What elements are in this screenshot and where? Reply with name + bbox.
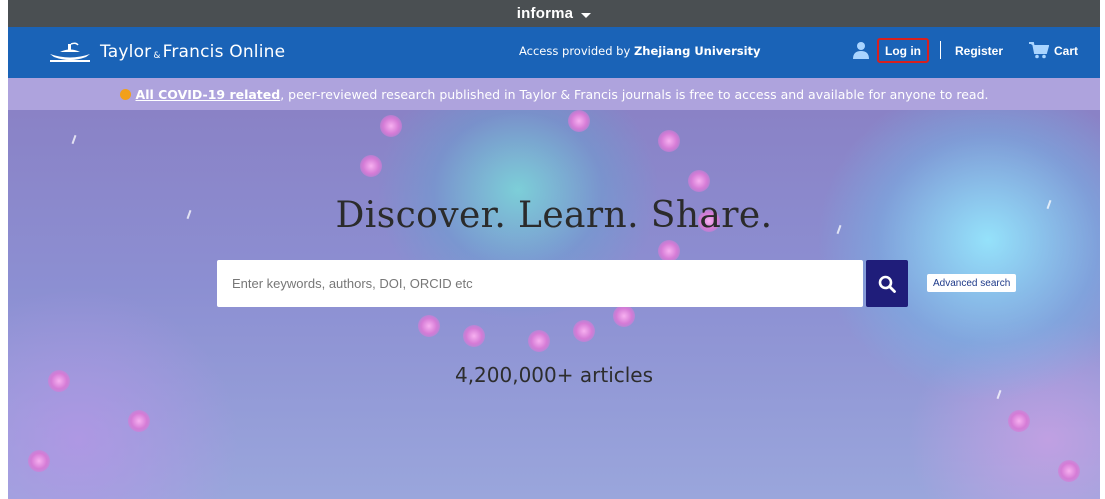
virus-decoration bbox=[658, 130, 680, 152]
virus-decoration bbox=[380, 115, 402, 137]
page: informa Taylor & Francis Online Access pro… bbox=[8, 0, 1100, 499]
access-notice: Access provided by Zhejiang University bbox=[519, 44, 761, 58]
search-button[interactable] bbox=[866, 260, 908, 307]
virus-decoration bbox=[128, 410, 150, 432]
particle-decoration bbox=[71, 134, 77, 145]
nav-divider bbox=[940, 41, 941, 59]
informa-brand[interactable]: informa bbox=[517, 5, 573, 22]
virus-decoration bbox=[613, 305, 635, 327]
search-icon bbox=[878, 275, 896, 293]
login-button[interactable]: Log in bbox=[877, 38, 929, 63]
search-input[interactable] bbox=[230, 275, 850, 292]
register-link[interactable]: Register bbox=[955, 44, 1003, 58]
particle-decoration bbox=[996, 389, 1002, 400]
virus-decoration bbox=[28, 450, 50, 472]
hero-section: Discover. Learn. Share. Advanced search … bbox=[8, 110, 1100, 499]
cart-icon[interactable] bbox=[1029, 42, 1049, 59]
access-prefix: Access provided by bbox=[519, 44, 634, 58]
top-navigation: Taylor & Francis Online Access provided by… bbox=[8, 27, 1100, 78]
info-icon bbox=[119, 88, 131, 100]
virus-decoration bbox=[688, 170, 710, 192]
covid-banner: All COVID-19 related , peer-reviewed res… bbox=[8, 78, 1100, 110]
covid-message: , peer-reviewed research published in Ta… bbox=[280, 86, 989, 102]
article-count: 4,200,000+ articles bbox=[454, 363, 654, 387]
logo-text: Taylor & Francis Online bbox=[100, 42, 285, 62]
cart-link[interactable]: Cart bbox=[1054, 44, 1078, 58]
site-logo[interactable]: Taylor & Francis Online bbox=[46, 41, 285, 63]
virus-decoration bbox=[418, 315, 440, 337]
logo-word-francis-online: Francis Online bbox=[162, 42, 286, 62]
informa-bar[interactable]: informa bbox=[8, 0, 1100, 27]
advanced-search-link[interactable]: Advanced search bbox=[927, 274, 1017, 292]
hero-headline: Discover. Learn. Share. bbox=[335, 195, 773, 236]
logo-ampersand: & bbox=[153, 51, 161, 61]
chevron-down-icon[interactable] bbox=[581, 12, 592, 19]
covid-link[interactable]: All COVID-19 related bbox=[136, 87, 281, 102]
virus-decoration bbox=[463, 325, 485, 347]
lamp-logo-icon bbox=[50, 42, 90, 62]
institution-name: Zhejiang University bbox=[633, 44, 761, 58]
virus-decoration bbox=[528, 330, 550, 352]
user-icon[interactable] bbox=[853, 41, 869, 59]
virus-decoration bbox=[568, 110, 590, 132]
logo-word-taylor: Taylor bbox=[100, 42, 152, 62]
virus-decoration bbox=[658, 240, 680, 262]
search-box[interactable] bbox=[217, 260, 863, 307]
virus-decoration bbox=[360, 155, 382, 177]
virus-decoration bbox=[1058, 460, 1080, 482]
virus-decoration bbox=[573, 320, 595, 342]
virus-decoration bbox=[1008, 410, 1030, 432]
